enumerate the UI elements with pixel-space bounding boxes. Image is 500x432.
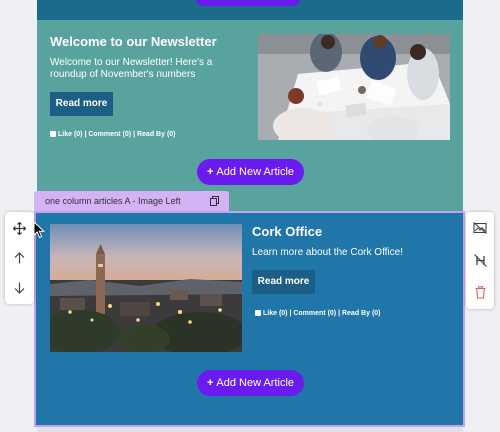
mouse-cursor (33, 221, 45, 239)
add-article-button-top[interactable] (195, 0, 301, 6)
arrow-down-icon[interactable] (5, 274, 34, 302)
copy-icon[interactable] (210, 196, 219, 206)
block-type-tag: one column articles A - Image Left (34, 191, 229, 211)
thumbs-up-icon (50, 131, 56, 137)
add-article-label: Add New Article (216, 377, 295, 389)
hide-image-icon[interactable] (466, 214, 494, 242)
article-meta: Like (0) | Comment (0) | Read By (0) (255, 310, 381, 317)
arrow-up-icon[interactable] (5, 244, 34, 272)
plus-icon: + (206, 166, 214, 178)
office-meeting-image (258, 34, 450, 140)
hide-heading-icon[interactable] (466, 246, 494, 274)
article-text: Welcome to our Newsletter! Here's a roun… (50, 57, 213, 80)
article-title: Welcome to our Newsletter (50, 34, 217, 49)
cork-article-block[interactable]: Cork Office Learn more about the Cork Of… (34, 211, 465, 427)
block-type-label: one column articles A - Image Left (45, 196, 181, 206)
cork-city-image (50, 224, 242, 352)
delete-icon[interactable] (466, 278, 494, 306)
block-options-toolbar (466, 212, 494, 309)
bottom-strip (37, 427, 463, 432)
move-icon[interactable] (5, 214, 34, 242)
meta-text[interactable]: Like (0) | Comment (0) | Read By (0) (263, 310, 381, 317)
add-article-button[interactable]: + Add New Article (197, 159, 304, 185)
read-more-button[interactable]: Read more (50, 92, 113, 116)
add-article-button[interactable]: + Add New Article (197, 370, 304, 396)
meta-text[interactable]: Like (0) | Comment (0) | Read By (0) (58, 131, 176, 138)
newsletter-article-block[interactable]: Welcome to our Newsletter Welcome to our… (37, 0, 463, 212)
article-meta: Like (0) | Comment (0) | Read By (0) (50, 131, 176, 138)
thumbs-up-icon (255, 310, 261, 316)
read-more-button[interactable]: Read more (252, 270, 315, 294)
add-article-label: Add New Article (216, 166, 295, 178)
article-title: Cork Office (252, 224, 323, 239)
article-text: Learn more about the Cork Office! (252, 247, 404, 258)
block-move-toolbar (5, 212, 34, 304)
plus-icon: + (206, 377, 214, 389)
